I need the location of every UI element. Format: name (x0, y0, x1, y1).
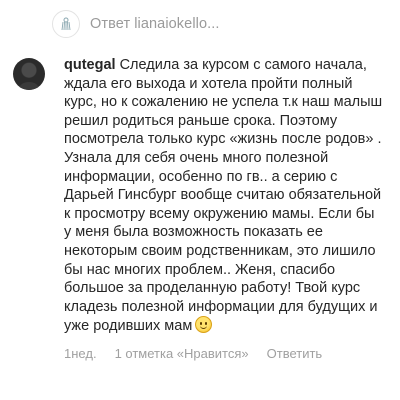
reply-button[interactable]: Ответить (267, 346, 323, 361)
comment-body: qutegal Следила за курсом с самого начала… (64, 56, 384, 361)
reply-to-label: Ответ lianaiokello... (90, 16, 220, 32)
reply-label: Ответ (90, 16, 131, 32)
avatar[interactable] (13, 58, 45, 90)
comment: qutegal Следила за курсом с самого начала… (13, 56, 393, 361)
reply-avatar[interactable] (52, 10, 80, 38)
comment-meta: 1нед. 1 отметка «Нравится» Ответить (64, 346, 384, 361)
likes-count-link[interactable]: 1 отметка «Нравится» (115, 346, 249, 361)
reply-username[interactable]: lianaiokello... (134, 16, 219, 32)
reply-header: Ответ lianaiokello... (52, 9, 220, 39)
smiling-face-emoji (195, 316, 213, 334)
tassel-logo-icon (61, 17, 71, 31)
comment-username[interactable]: qutegal (64, 57, 116, 73)
comment-time: 1нед. (64, 345, 97, 361)
comment-text: Следила за курсом с самого начала, ждала… (64, 57, 383, 335)
comment-text-block: qutegal Следила за курсом с самого начала… (64, 56, 384, 336)
